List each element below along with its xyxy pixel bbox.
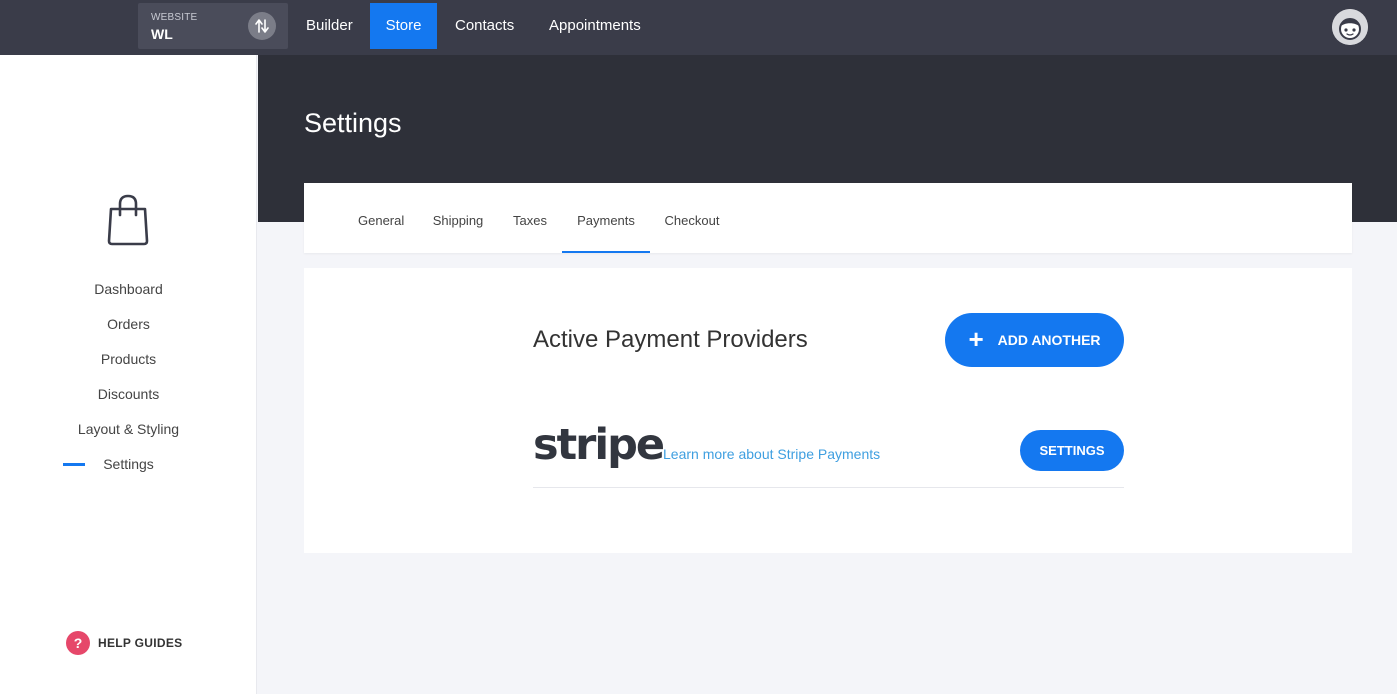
nav-builder[interactable]: Builder: [306, 3, 353, 49]
help-question-icon: ?: [66, 631, 90, 655]
shopping-bag-icon: [106, 193, 150, 252]
section-title: Active Payment Providers: [533, 326, 808, 353]
sidebar-item-products[interactable]: Products: [0, 351, 257, 367]
website-name: WL: [151, 26, 173, 42]
website-switcher[interactable]: WEBSITE WL: [138, 3, 288, 49]
sidebar-item-layout-styling[interactable]: Layout & Styling: [0, 421, 257, 437]
swap-arrows-icon[interactable]: [248, 12, 276, 40]
provider-divider: [533, 487, 1124, 488]
tab-general[interactable]: General: [358, 183, 404, 253]
website-label: WEBSITE: [151, 12, 198, 23]
nav-contacts[interactable]: Contacts: [455, 3, 514, 49]
help-guides-label: HELP GUIDES: [98, 636, 183, 650]
nav-appointments[interactable]: Appointments: [549, 3, 641, 49]
settings-tabs: General Shipping Taxes Payments Checkout: [304, 183, 1352, 253]
store-sidebar: Dashboard Orders Products Discounts Layo…: [0, 55, 257, 694]
sidebar-item-discounts[interactable]: Discounts: [0, 386, 257, 402]
plus-icon: +: [968, 324, 984, 354]
sidebar-item-dashboard[interactable]: Dashboard: [0, 281, 257, 297]
stripe-logo: stripe: [533, 420, 665, 470]
top-navigation-bar: WEBSITE WL Builder Store Contacts Appoin…: [0, 0, 1397, 55]
payment-providers-card: [304, 268, 1352, 553]
add-another-label: ADD ANOTHER: [997, 332, 1101, 348]
tab-shipping[interactable]: Shipping: [432, 183, 484, 253]
page-title: Settings: [304, 108, 402, 138]
sidebar-item-orders[interactable]: Orders: [0, 316, 257, 332]
sidebar-item-settings[interactable]: Settings: [0, 456, 257, 472]
help-guides-link[interactable]: ? HELP GUIDES: [66, 631, 182, 655]
add-another-button[interactable]: + ADD ANOTHER: [945, 313, 1124, 367]
tab-taxes[interactable]: Taxes: [512, 183, 548, 253]
learn-more-stripe-link[interactable]: Learn more about Stripe Payments: [663, 446, 880, 462]
tab-checkout[interactable]: Checkout: [664, 183, 720, 253]
stripe-settings-button[interactable]: SETTINGS: [1020, 430, 1124, 471]
user-avatar[interactable]: [1332, 9, 1368, 45]
nav-store[interactable]: Store: [370, 3, 437, 49]
tab-payments[interactable]: Payments: [562, 183, 650, 253]
